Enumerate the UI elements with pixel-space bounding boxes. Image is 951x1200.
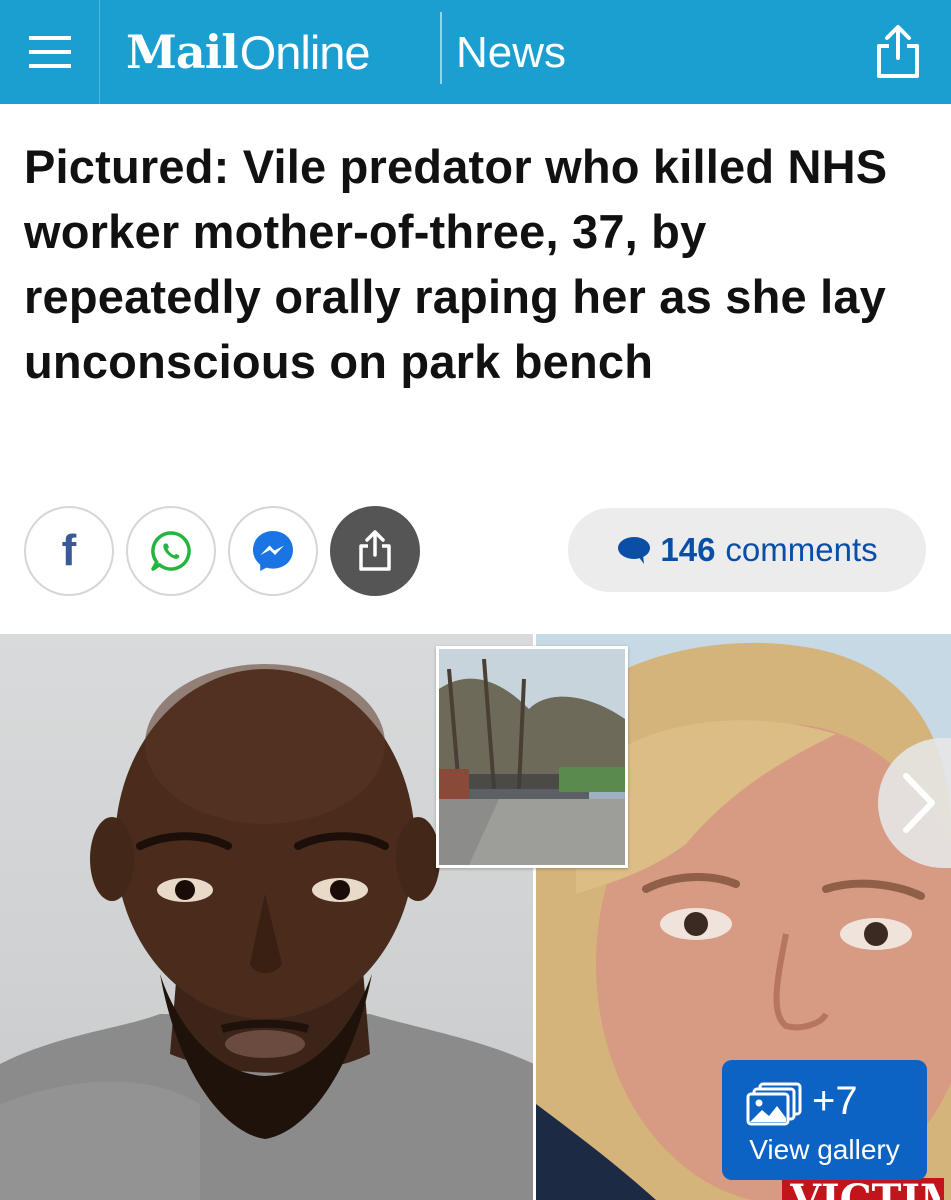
gallery-label: View gallery: [749, 1134, 900, 1165]
logo-online-text: Online: [239, 25, 371, 79]
gallery-icon: [746, 1082, 802, 1126]
menu-button[interactable]: [0, 0, 100, 104]
logo-mail-text: Mail: [126, 25, 239, 79]
section-name[interactable]: News: [456, 28, 566, 78]
mailonline-logo[interactable]: Mail Online: [126, 22, 371, 82]
park-inset-photo: [436, 646, 628, 868]
share-icon: [359, 530, 391, 571]
more-share-button[interactable]: [330, 506, 420, 596]
header-divider: [440, 12, 442, 84]
comments-button[interactable]: 146 comments: [568, 508, 926, 592]
top-app-bar: Mail Online News: [0, 0, 951, 104]
chevron-right-icon: [903, 773, 935, 833]
comment-bubble-icon: [616, 534, 652, 566]
whatsapp-share-button[interactable]: [126, 506, 216, 596]
comment-label: comments: [725, 531, 878, 568]
messenger-share-button[interactable]: [228, 506, 318, 596]
article-headline: Pictured: Vile predator who killed NHS w…: [24, 140, 888, 388]
hamburger-menu-icon: [28, 36, 71, 68]
messenger-icon: [253, 531, 293, 571]
article-image-carousel[interactable]: VICTIM +7 View gallery: [0, 634, 951, 1200]
comment-count: 146: [660, 531, 716, 568]
view-gallery-button[interactable]: +7 View gallery: [722, 1060, 927, 1180]
facebook-share-button[interactable]: f: [24, 506, 114, 596]
whatsapp-icon: [151, 531, 191, 571]
facebook-icon: f: [61, 526, 77, 575]
share-icon: [877, 25, 919, 78]
gallery-count: +7: [812, 1079, 858, 1123]
header-share-button[interactable]: [870, 22, 926, 82]
